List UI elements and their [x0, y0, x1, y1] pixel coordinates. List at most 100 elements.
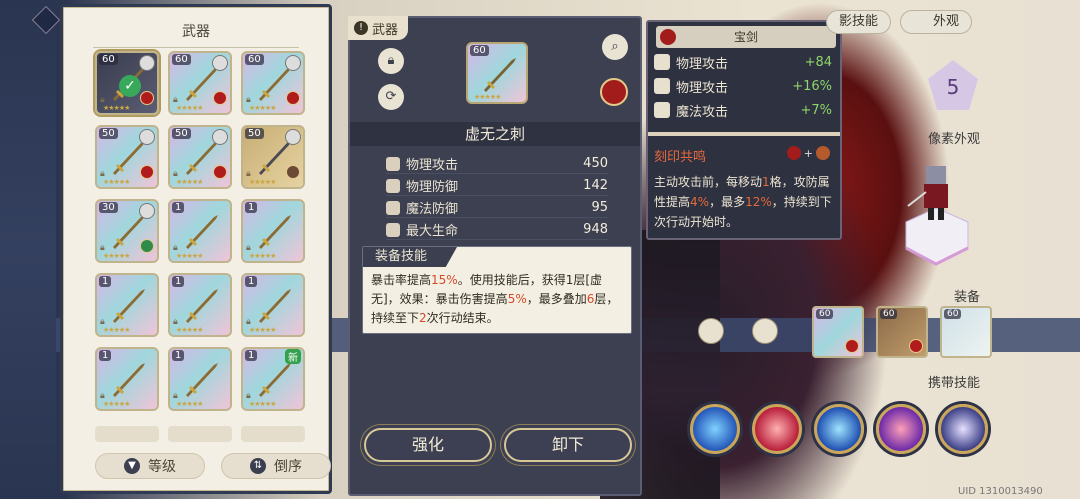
skill-slot-5[interactable]	[938, 404, 988, 454]
bonus-row: 物理攻击 +16%	[654, 76, 838, 96]
pixel-character-sprite[interactable]	[898, 152, 974, 268]
weapon-card[interactable]: 1 ★★★★★ 🔒︎	[241, 199, 305, 263]
emblem-icon	[786, 146, 801, 160]
owner-avatar	[285, 55, 301, 71]
skill-slot-4[interactable]	[876, 404, 926, 454]
owner-avatar	[285, 129, 301, 145]
skill-description: 暴击率提高15%。使用技能后，获得1层[虚无]，效果：暴击伤害提高5%，最多叠加…	[371, 273, 619, 325]
lock-icon: 🔒︎	[173, 95, 178, 105]
equipped-weapon-slot[interactable]: 60	[812, 306, 864, 358]
empty-slot	[95, 426, 159, 442]
stat-label: 物理防御	[406, 180, 459, 195]
lock-icon: 🔒︎	[246, 95, 251, 105]
equipped-accessory-slot[interactable]: 60	[940, 306, 992, 358]
weapon-skill-icon[interactable]	[698, 318, 724, 344]
sword-class-icon	[660, 29, 676, 45]
left-edge-decor	[0, 0, 61, 499]
skill-slot-1[interactable]	[690, 404, 740, 454]
star-rating: ★★★★★	[249, 178, 276, 186]
sword-icon	[186, 363, 218, 397]
filter-icon: ▼	[124, 458, 140, 474]
tab-appearance[interactable]: 外观	[900, 10, 973, 34]
stat-row: 物理攻击 450	[386, 154, 608, 174]
sword-icon	[484, 58, 516, 92]
magic-attack-icon	[654, 102, 670, 118]
stat-label: 物理攻击	[406, 158, 459, 173]
star-rating: ★★★★★	[474, 93, 501, 101]
lock-icon: 🔒︎	[173, 243, 178, 253]
weapon-card[interactable]: 50 ★★★★★ 🔒︎	[168, 125, 232, 189]
star-rating: ★★★★★	[103, 252, 130, 260]
weapon-name: 虚无之刺	[350, 122, 640, 146]
weapon-card[interactable]: 1 ★★★★★ 🔒︎	[95, 273, 159, 337]
sword-icon	[259, 289, 291, 323]
skill-header: 装备技能	[363, 247, 458, 267]
stat-label: 最大生命	[406, 224, 459, 239]
bonus-row: 物理攻击 +84	[654, 52, 838, 72]
weapon-card[interactable]: 60 ★★★★★ 🔒︎	[241, 51, 305, 115]
checkmark-icon: ✓	[119, 75, 141, 97]
sword-icon	[113, 289, 145, 323]
weapon-card[interactable]: 50 ★★★★★ 🔒︎	[241, 125, 305, 189]
inspect-icon[interactable]: ⌕	[602, 34, 628, 60]
tooltip-header: 宝剑	[656, 26, 836, 48]
lock-icon: 🔒︎	[173, 391, 178, 401]
star-rating: ★★★★★	[103, 326, 130, 334]
star-rating: ★★★★★	[176, 400, 203, 408]
weapon-card[interactable]: 1 ★★★★★ 🔒︎	[168, 347, 232, 411]
equipped-armor-slot[interactable]: 60	[876, 306, 928, 358]
emblem-icon	[816, 146, 830, 160]
element-badge-icon	[140, 165, 154, 179]
element-badge-icon	[213, 91, 227, 105]
owner-avatar	[139, 55, 155, 71]
weapon-card[interactable]: 1 ★★★★★ 🔒︎	[241, 273, 305, 337]
swap-icon[interactable]: ⟳	[378, 84, 404, 110]
weapon-card[interactable]: 1 ★★★★★ 🔒︎	[168, 273, 232, 337]
skill-slot-2[interactable]	[752, 404, 802, 454]
sort-order-label: 倒序	[274, 459, 302, 475]
magic-defense-icon	[386, 200, 400, 215]
carry-skills-label: 携带技能	[928, 376, 981, 391]
star-rating: ★★★★★	[103, 104, 130, 112]
star-rating: ★★★★★	[176, 104, 203, 112]
element-badge-icon	[213, 165, 227, 179]
upgrade-button[interactable]: 强化	[364, 428, 492, 462]
empty-slot	[241, 426, 305, 442]
weapon-card[interactable]: 1 ★★★★★ 🔒︎	[168, 199, 232, 263]
back-button[interactable]	[31, 5, 61, 35]
star-rating: ★★★★★	[176, 252, 203, 260]
bonus-row: 魔法攻击 +7%	[654, 100, 838, 120]
lock-icon: 🔒︎	[173, 169, 178, 179]
lock-icon: 🔒︎	[100, 95, 105, 105]
engrave-icons: +	[786, 146, 830, 160]
lock-icon[interactable]: 🔒︎	[378, 48, 404, 74]
weapon-detail-panel: ! 武器 🔒︎ ⟳ ⌕ 60 ★★★★★ 虚无之刺 物理攻击 450 物理防御 14…	[348, 16, 642, 496]
weapon-list-panel: 武器 60 ★★★★★ 🔒︎ ✓ 60 ★★★★★ 🔒︎ 60 ★★★★★ 🔒︎ 50 ★★★★★ 🔒︎…	[60, 4, 332, 494]
weapon-card[interactable]: 1 ★★★★★ 🔒︎	[95, 347, 159, 411]
weapon-card[interactable]: 60 ★★★★★ 🔒︎ ✓	[95, 51, 159, 115]
lock-icon: 🔒︎	[100, 317, 105, 327]
lock-icon: 🔒︎	[100, 391, 105, 401]
skill-slot-3[interactable]	[814, 404, 864, 454]
weapon-card[interactable]: 1 ★★★★★ 🔒︎ 新	[241, 347, 305, 411]
engrave-title: 刻印共鸣	[654, 150, 707, 165]
sword-icon	[113, 363, 145, 397]
physical-attack-icon	[654, 78, 670, 94]
owner-avatar	[139, 129, 155, 145]
sort-by-level-button[interactable]: ▼ 等级	[95, 453, 205, 479]
physical-attack-icon	[386, 156, 400, 171]
sort-level-label: 等级	[148, 459, 176, 475]
weapon-card[interactable]: 60 ★★★★★ 🔒︎	[168, 51, 232, 115]
tab-shadow-skills[interactable]: 影技能	[826, 10, 892, 34]
weapon-skill-icon[interactable]	[752, 318, 778, 344]
sort-order-button[interactable]: ⇅ 倒序	[221, 453, 331, 479]
star-rating: ★★★★★	[176, 326, 203, 334]
unequip-button[interactable]: 卸下	[504, 428, 632, 462]
lock-icon: 🔒︎	[246, 317, 251, 327]
star-rating: ★★★★★	[249, 326, 276, 334]
sword-icon	[186, 215, 218, 249]
star-rating: ★★★★★	[249, 104, 276, 112]
physical-defense-icon	[386, 178, 400, 193]
weapon-card[interactable]: 30 ★★★★★ 🔒︎	[95, 199, 159, 263]
weapon-card[interactable]: 50 ★★★★★ 🔒︎	[95, 125, 159, 189]
